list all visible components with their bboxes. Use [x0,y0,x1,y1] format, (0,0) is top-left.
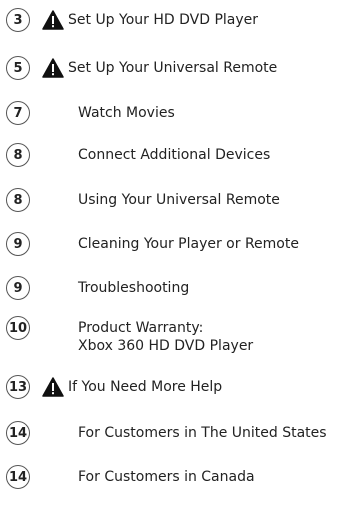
page-number-badge: 8 [6,188,30,212]
page-number-badge: 14 [6,465,30,489]
toc-entry-title: For Customers in The United States [78,425,327,441]
page-number-badge: 14 [6,421,30,445]
page-number-badge: 9 [6,232,30,256]
toc-entry-title: Product Warranty: Xbox 360 HD DVD Player [78,319,253,355]
toc-entry-title: Set Up Your HD DVD Player [68,12,259,28]
warning-triangle-icon [42,10,64,30]
page-number-badge: 5 [6,56,30,80]
toc-entry-title: Connect Additional Devices [78,147,271,163]
toc-entry-title: Troubleshooting [78,280,190,296]
page-number-badge: 3 [6,8,30,32]
table-of-contents: 3 Set Up Your HD DVD Player 5 Set Up You… [0,0,360,518]
page-number-badge: 9 [6,276,30,300]
toc-entry-title-line1: Product Warranty: [78,320,204,336]
page-number-badge: 8 [6,143,30,167]
toc-entry-title: For Customers in Canada [78,469,255,485]
page-number-badge: 7 [6,101,30,125]
toc-entry-title: Using Your Universal Remote [78,192,280,208]
warning-triangle-icon [42,58,64,78]
toc-entry-title: Watch Movies [78,105,175,121]
page-number-badge: 13 [6,375,30,399]
toc-entry-title: Set Up Your Universal Remote [68,60,278,76]
page-number-badge: 10 [6,316,30,340]
warning-triangle-icon [42,377,64,397]
toc-entry-title-line2: Xbox 360 HD DVD Player [78,338,254,354]
toc-entry-title: If You Need More Help [68,379,223,395]
toc-entry-title: Cleaning Your Player or Remote [78,236,299,252]
